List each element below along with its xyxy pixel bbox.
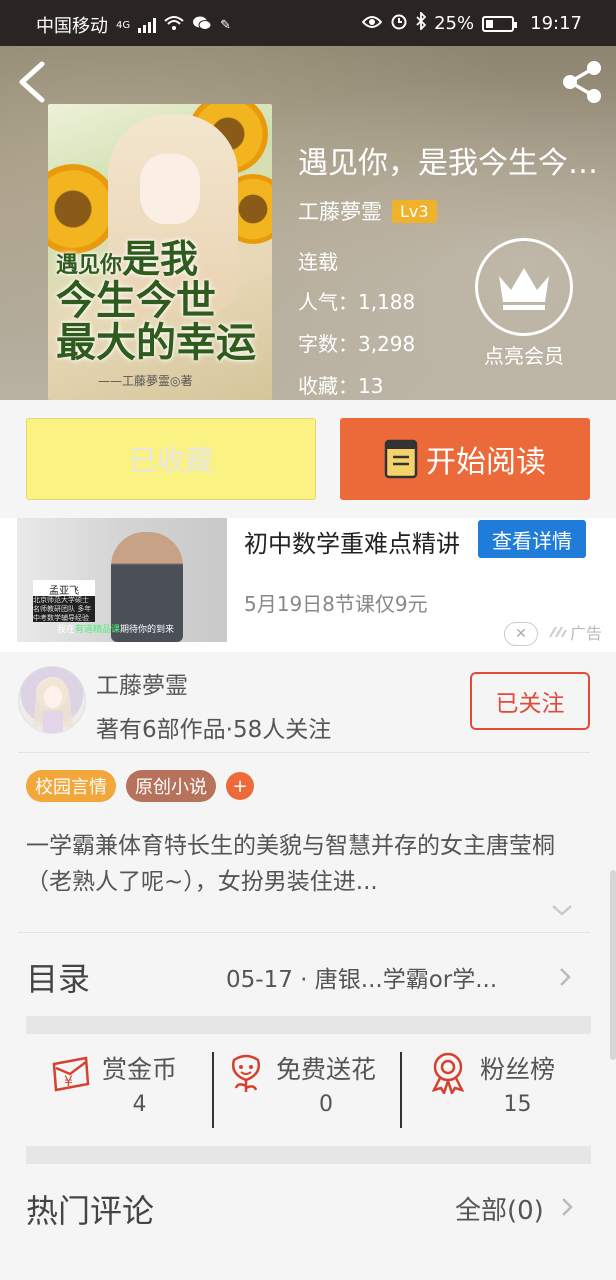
author-row: 工藤夢霊 Lv3 — [298, 196, 437, 226]
tag-list: 校园言情 原创小说 + — [26, 770, 254, 802]
author-card-name[interactable]: 工藤夢霊 — [96, 666, 188, 700]
section-separator — [26, 1016, 591, 1034]
share-icon — [563, 61, 601, 103]
stat-label: 赏金币 — [102, 1055, 178, 1084]
clock: 19:17 — [530, 13, 582, 34]
divider — [18, 932, 590, 933]
close-icon: ✕ — [515, 626, 527, 642]
book-header: 遇见你是我 今生今世 最大的幸运 ——工藤夢霊◎著 遇见你，是我今生今世最大的幸… — [0, 46, 616, 400]
book-description[interactable]: 一学霸兼体育特长生的美貌与智慧并存的女主唐莹桐（老熟人了呢~），女扮男装住进..… — [26, 828, 591, 900]
vip-button[interactable]: 点亮会员 — [474, 238, 574, 369]
scrollbar[interactable] — [610, 870, 616, 1060]
wechat-icon — [192, 15, 212, 36]
fan-ranking-stat[interactable]: 粉丝榜 15 — [426, 1050, 555, 1117]
latest-chapter: 05-17 · 唐银...学霸or学... — [226, 967, 498, 993]
cover-illustration-face — [140, 154, 200, 224]
support-stats-row: ¥ 赏金币 4 免费送花 0 粉丝榜 15 — [0, 1036, 616, 1160]
ad-caption: 我在有道精品课期待你的到来 — [57, 625, 175, 635]
book-details: 工藤夢霊 著有6部作品·58人关注 已关注 校园言情 原创小说 + 一学霸兼体育… — [0, 652, 616, 1280]
tag-original-novel[interactable]: 原创小说 — [126, 770, 216, 802]
avatar[interactable] — [18, 666, 86, 734]
stat-value: 4 — [132, 1092, 147, 1117]
follow-button[interactable]: 已关注 — [470, 672, 590, 730]
start-reading-label: 开始阅读 — [426, 445, 546, 480]
all-comments-link[interactable]: 全部(0) — [455, 1190, 544, 1227]
hot-comments-label: 热门评论 — [26, 1192, 155, 1230]
ad-subtitle: 5月19日8节课仅9元 — [244, 592, 428, 616]
stat-label: 免费送花 — [276, 1055, 377, 1084]
cover-title: 遇见你是我 今生今世 最大的幸运 — [56, 237, 256, 366]
chevron-right-icon — [560, 968, 571, 986]
divider — [18, 752, 590, 753]
toc-label: 目录 — [26, 960, 91, 998]
ad-banner[interactable]: 孟亚飞 北京师范大学硕士 名师教研团队 多年中考数学辅导经验 我在有道精品课期待… — [0, 518, 616, 652]
medal-icon — [431, 1052, 465, 1094]
bluetooth-icon — [416, 10, 427, 35]
popularity-stat: 人气：1,188 — [298, 290, 416, 314]
signal-icon — [138, 17, 157, 33]
coin-envelope-icon: ¥ — [52, 1056, 90, 1092]
back-arrow-icon — [19, 61, 45, 103]
divider — [400, 1052, 402, 1128]
chevron-down-icon[interactable] — [550, 902, 574, 918]
author-avatar-illustration — [33, 677, 73, 733]
teacher-description: 北京师范大学硕士 名师教研团队 多年中考数学辅导经验 — [33, 596, 95, 622]
flower-icon — [232, 1054, 260, 1092]
author-card-stats: 著有6部作品·58人关注 — [96, 717, 332, 743]
alarm-icon — [390, 12, 408, 35]
book-status: 连载 — [298, 250, 338, 274]
book-icon — [384, 439, 418, 479]
hot-comments-row[interactable]: 热门评论 全部(0) — [0, 1172, 616, 1252]
book-cover[interactable]: 遇见你是我 今生今世 最大的幸运 ——工藤夢霊◎著 — [48, 104, 272, 400]
plus-icon: + — [232, 775, 248, 797]
chevron-right-icon — [562, 1198, 573, 1216]
favorites-stat: 收藏：13 — [298, 374, 384, 398]
network-type: 4G — [116, 19, 131, 31]
ad-detail-button[interactable]: 查看详情 — [478, 520, 586, 558]
word-count-stat: 字数：3,298 — [298, 332, 416, 356]
start-reading-button[interactable]: 开始阅读 — [340, 418, 590, 500]
app-notification-icon: ✎ — [220, 17, 232, 33]
cover-author: ——工藤夢霊◎著 — [98, 374, 193, 388]
stat-value: 15 — [503, 1092, 532, 1117]
battery-icon — [482, 15, 518, 32]
status-bar: 中国移动 4G ✎ 25% 19:17 — [0, 0, 616, 46]
favorited-button[interactable]: 已收藏 — [26, 418, 316, 500]
battery-percent: 25% — [434, 13, 475, 34]
section-separator — [26, 1146, 591, 1164]
eye-icon — [361, 13, 383, 34]
ad-close-button[interactable]: ✕ — [504, 622, 538, 646]
carrier-label: 中国移动 — [36, 16, 108, 37]
ad-thumbnail[interactable]: 孟亚飞 北京师范大学硕士 名师教研团队 多年中考数学辅导经验 我在有道精品课期待… — [17, 518, 227, 642]
share-button[interactable] — [558, 58, 606, 106]
ad-label: 广告 — [548, 620, 602, 644]
add-tag-button[interactable]: + — [226, 772, 254, 800]
back-button[interactable] — [14, 60, 54, 104]
vip-label: 点亮会员 — [484, 344, 564, 368]
crown-icon — [475, 238, 573, 336]
free-flower-stat[interactable]: 免费送花 0 — [226, 1050, 376, 1117]
ad-title[interactable]: 初中数学重难点精讲 — [244, 524, 474, 559]
wifi-icon — [164, 15, 184, 36]
tag-campus-romance[interactable]: 校园言情 — [26, 770, 116, 802]
stat-label: 粉丝榜 — [480, 1055, 556, 1084]
book-title: 遇见你，是我今生今世最大的幸运 — [298, 146, 614, 181]
table-of-contents-row[interactable]: 目录 05-17 · 唐银...学霸or学... — [0, 934, 616, 1018]
reward-coins-stat[interactable]: ¥ 赏金币 4 — [48, 1050, 177, 1117]
action-bar: 已收藏 开始阅读 — [0, 400, 616, 518]
svg-text:¥: ¥ — [64, 1074, 73, 1090]
divider — [212, 1052, 214, 1128]
ad-mark-icon — [549, 626, 567, 638]
stat-value: 0 — [319, 1092, 333, 1117]
level-badge: Lv3 — [392, 199, 437, 223]
author-name[interactable]: 工藤夢霊 — [298, 196, 382, 226]
